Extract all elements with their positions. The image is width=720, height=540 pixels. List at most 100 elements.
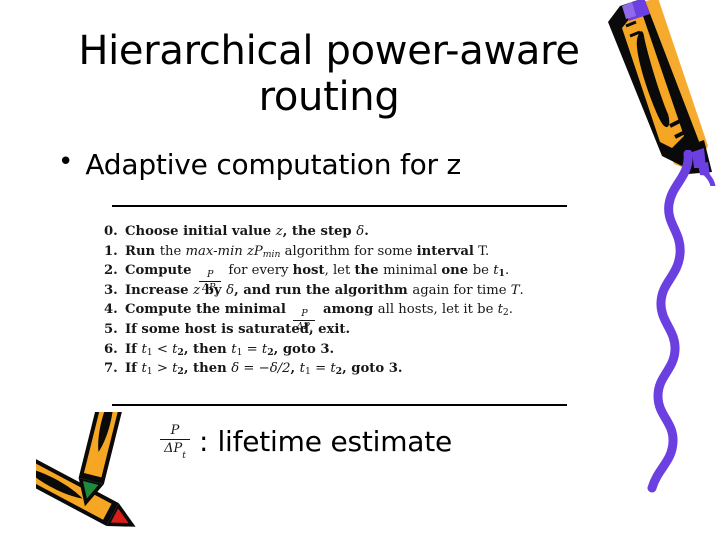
algorithm-step: 2. Compute P ΔPt for every host, let the m… xyxy=(104,261,584,296)
algorithm-step-number: 5. xyxy=(104,321,118,337)
fraction-numerator: P xyxy=(206,269,214,281)
algorithm-text-token: T xyxy=(510,282,520,298)
algorithm-text-token: algorithm xyxy=(334,282,413,298)
crossed-pencils-icon xyxy=(3,372,176,540)
algorithm-text-token: interval xyxy=(416,243,474,259)
algorithm-step-number: 7. xyxy=(104,361,118,377)
algorithm-text-token: for every xyxy=(224,263,293,279)
algorithm-text-token: If some host is saturated, exit. xyxy=(125,321,351,337)
algorithm-text-token: max-min zP xyxy=(185,243,263,259)
slide-canvas: Hierarchical power-aware routing • Adapt… xyxy=(0,0,720,540)
algorithm-text-token: be xyxy=(472,263,494,279)
algorithm-text-token: 1 xyxy=(146,366,153,378)
algorithm-text-token: −δ/2 xyxy=(258,361,291,377)
algorithm-text-token: = xyxy=(310,361,331,377)
algorithm-text-token: Compute the xyxy=(125,302,225,318)
algorithm-text-token: . xyxy=(519,282,524,298)
algorithm-step-text: If some host is saturated, exit. xyxy=(125,320,350,340)
algorithm-step: 0. Choose initial value z, the step δ. xyxy=(104,222,584,242)
bullet-marker-icon: • xyxy=(58,147,74,177)
algorithm-text-token: 1 xyxy=(146,346,153,358)
divider-bottom xyxy=(112,404,567,406)
algorithm-text-token: , then xyxy=(183,361,232,377)
fraction-denominator-subscript: t xyxy=(215,288,219,297)
algorithm-text-token: , the step xyxy=(282,224,357,239)
algorithm-text-token: algorithm xyxy=(280,243,355,259)
algorithm-text-token: . xyxy=(504,263,510,279)
algorithm-text-token: , let it be xyxy=(433,302,498,318)
algorithm-step-number: 1. xyxy=(104,243,118,259)
algorithm-text-token: min xyxy=(262,248,281,260)
fraction-numerator: P xyxy=(301,308,308,320)
algorithm-step-text: Run the max-min zP min algorithm for some… xyxy=(125,242,489,263)
algorithm-text-token: Compute xyxy=(125,263,197,279)
fraction-denominator: ΔPt xyxy=(202,281,219,297)
algorithm-text-token: for some xyxy=(354,243,417,259)
algorithm-text-token: Choose initial value xyxy=(125,224,276,239)
algorithm-step: 3. Increase z by δ, and run the algorithm… xyxy=(104,281,584,301)
algorithm-text-token: 2 xyxy=(502,307,509,319)
algorithm-text-token: T. xyxy=(473,243,490,259)
algorithm-step: 4. Compute the minimal P ΔPt among all hos… xyxy=(104,300,584,335)
wavy-line-icon xyxy=(636,149,706,499)
algorithm-text-token: Increase xyxy=(125,282,194,298)
algorithm-text-token: If xyxy=(125,361,142,377)
algorithm-step-text: If t1 > t2, then δ = −δ/2, t1 = t2, goto… xyxy=(125,359,403,380)
algorithm-text-token: < xyxy=(152,341,173,357)
algorithm-step-text: If t1 < t2, then t1 = t2, goto 3. xyxy=(125,340,334,361)
algorithm-step: 7. If t1 > t2, then δ = −δ/2, t1 = t2, go… xyxy=(104,359,584,379)
algorithm-step-text: Choose initial value z, the step δ. xyxy=(125,222,369,242)
fraction-denominator-subscript: t xyxy=(182,450,186,461)
algorithm-text-token: . xyxy=(508,302,513,318)
legend-label: lifetime estimate xyxy=(217,425,453,459)
algorithm-step: 1. Run the max-min zP min algorithm for so… xyxy=(104,242,584,262)
algorithm-step-number: 3. xyxy=(104,282,118,298)
bullet-item-label: Adaptive computation for z xyxy=(85,148,462,181)
algorithm-text-token: the xyxy=(354,263,384,279)
algorithm-block: 0. Choose initial value z, the step δ. 1. R… xyxy=(104,222,584,379)
page-title: Hierarchical power-aware routing xyxy=(78,28,580,120)
algorithm-text-token: = xyxy=(242,341,262,357)
algorithm-step-text: Increase z by δ, and run the algorithm a… xyxy=(125,281,524,301)
algorithm-text-token: , let xyxy=(324,263,355,279)
algorithm-text-token: among xyxy=(318,302,378,318)
algorithm-text-token: . xyxy=(364,224,369,239)
algorithm-text-token: 2 xyxy=(177,366,184,378)
algorithm-step-number: 0. xyxy=(104,224,118,239)
algorithm-text-token: z xyxy=(275,224,283,239)
algorithm-text-token: > xyxy=(152,361,173,377)
algorithm-step-number: 4. xyxy=(104,302,118,318)
algorithm-step: 6. If t1 < t2, then t1 = t2, goto 3. xyxy=(104,340,584,360)
algorithm-text-token: 1 xyxy=(498,268,505,280)
algorithm-text-token: 2 xyxy=(335,366,343,378)
algorithm-text-token: again for time xyxy=(412,282,511,298)
algorithm-text-token: host xyxy=(292,263,325,279)
algorithm-text-token: , then xyxy=(183,341,232,357)
algorithm-text-token: , goto 3. xyxy=(273,341,335,357)
algorithm-text-token: minimal xyxy=(383,263,442,279)
algorithm-text-token: 1 xyxy=(304,366,311,378)
algorithm-text-token: , goto 3. xyxy=(342,361,403,377)
lifetime-fraction-formula: P ΔPt xyxy=(199,269,222,297)
divider-top xyxy=(112,205,567,207)
algorithm-text-token: If xyxy=(125,341,142,357)
algorithm-step-number: 2. xyxy=(104,263,118,279)
algorithm-text-token: the xyxy=(159,243,186,259)
bullet-list-item: • Adaptive computation for z xyxy=(58,148,461,181)
algorithm-text-token: minimal xyxy=(224,302,291,318)
algorithm-text-token: 2 xyxy=(267,346,274,358)
algorithm-text-token: one xyxy=(441,263,473,279)
algorithm-step-number: 6. xyxy=(104,341,118,357)
algorithm-text-token: δ xyxy=(356,224,365,239)
fraction-denominator: ΔPt xyxy=(296,320,313,336)
algorithm-text-token: all hosts xyxy=(377,302,434,318)
algorithm-text-token: , xyxy=(290,361,300,377)
algorithm-text-token: 2 xyxy=(177,346,184,358)
algorithm-text-token: 1 xyxy=(236,346,243,358)
algorithm-text-token: Run xyxy=(125,243,160,259)
algorithm-text-token: , and run the xyxy=(234,282,335,298)
legend-row: P ΔPt : lifetime estimate xyxy=(160,424,453,461)
lifetime-fraction-formula: P ΔPt xyxy=(293,308,316,336)
algorithm-text-token: δ xyxy=(226,282,235,298)
legend-colon: : xyxy=(199,425,209,459)
